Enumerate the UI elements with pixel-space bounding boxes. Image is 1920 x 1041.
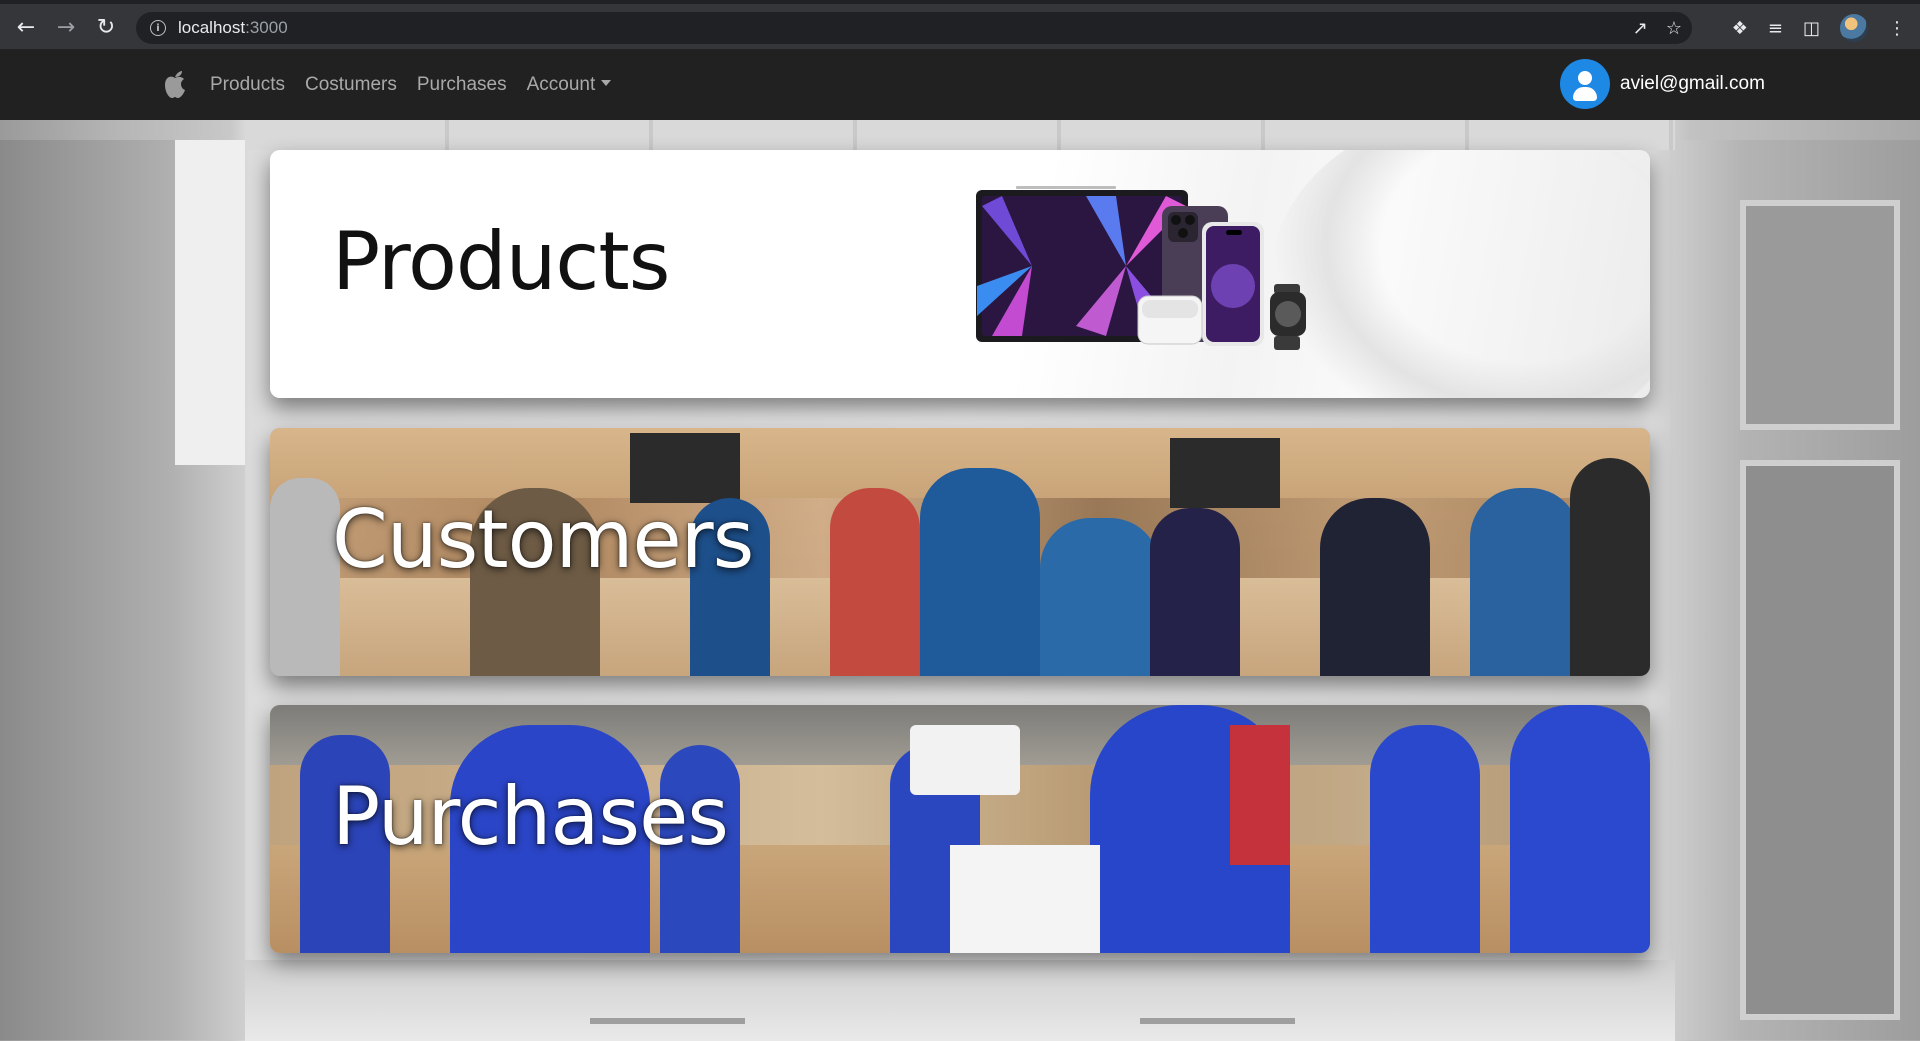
site-navbar: Products Costumers Purchases Account avi… (0, 49, 1920, 120)
purchases-card[interactable]: Purchases (270, 705, 1650, 953)
browser-toolbar: ← → ↻ i localhost:3000 ↗ ☆ ❖ ≡ ◫ ⋮ (0, 0, 1920, 49)
site-info-icon[interactable]: i (150, 20, 166, 36)
profile-avatar-icon[interactable] (1840, 14, 1868, 42)
extensions-puzzle-icon[interactable]: ❖ (1732, 18, 1748, 39)
nav-link-products[interactable]: Products (210, 74, 285, 96)
user-menu[interactable]: aviel@gmail.com (1560, 59, 1765, 109)
user-avatar-icon[interactable] (1560, 59, 1610, 109)
user-email: aviel@gmail.com (1620, 73, 1765, 94)
caret-down-icon (601, 79, 612, 86)
nav-dropdown-account[interactable]: Account (527, 74, 612, 96)
apple-devices-image (976, 186, 1306, 350)
back-icon[interactable]: ← (10, 12, 42, 44)
media-queue-icon[interactable]: ≡ (1768, 18, 1783, 39)
forward-icon[interactable]: → (50, 12, 82, 44)
products-card-title: Products (332, 215, 670, 308)
nav-link-purchases[interactable]: Purchases (417, 74, 507, 96)
url-host: localhost (178, 18, 246, 37)
browser-menu-icon[interactable]: ⋮ (1888, 18, 1906, 39)
reload-icon[interactable]: ↻ (90, 12, 122, 44)
apple-logo-icon[interactable] (162, 69, 188, 99)
bookmark-star-icon[interactable]: ☆ (1666, 18, 1682, 39)
purchases-card-title: Purchases (332, 770, 729, 863)
nav-dropdown-account-label: Account (526, 73, 596, 95)
address-bar-url[interactable]: localhost:3000 (178, 18, 288, 38)
address-bar[interactable]: i localhost:3000 ↗ ☆ (136, 12, 1692, 44)
url-port: :3000 (245, 18, 288, 37)
customers-card[interactable]: Customers (270, 428, 1650, 676)
share-icon[interactable]: ↗ (1633, 18, 1648, 39)
nav-link-costumers[interactable]: Costumers (305, 74, 397, 96)
side-panel-icon[interactable]: ◫ (1803, 18, 1820, 39)
products-card[interactable]: Products (270, 150, 1650, 398)
customers-card-title: Customers (332, 493, 754, 586)
